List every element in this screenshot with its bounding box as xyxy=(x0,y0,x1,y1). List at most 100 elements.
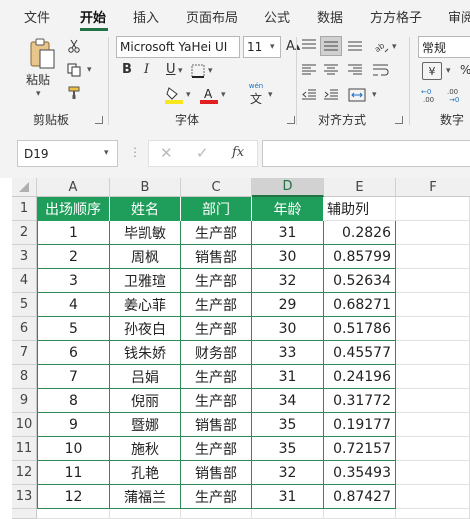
enter-icon[interactable]: ✓ xyxy=(196,144,209,162)
data-cell-d[interactable]: 33 xyxy=(252,341,324,365)
clipboard-launcher-icon[interactable] xyxy=(95,116,103,124)
header-cell-b[interactable]: 姓名 xyxy=(110,197,181,221)
data-cell-b[interactable]: 吕娟 xyxy=(110,365,181,389)
data-cell-d[interactable]: 35 xyxy=(252,437,324,461)
percent-icon[interactable]: % xyxy=(460,63,470,77)
align-bottom-icon[interactable] xyxy=(346,37,364,53)
data-cell-d[interactable]: 35 xyxy=(252,413,324,437)
data-cell-a[interactable]: 10 xyxy=(37,437,110,461)
merge-center-icon[interactable] xyxy=(346,85,368,105)
cut-icon[interactable] xyxy=(66,38,82,54)
select-all-corner[interactable] xyxy=(12,178,37,197)
number-format-select[interactable]: 常规 xyxy=(418,36,470,58)
wrap-text-icon[interactable] xyxy=(372,62,390,78)
data-cell-c[interactable]: 财务部 xyxy=(181,341,252,365)
column-header-c[interactable]: C xyxy=(181,178,252,197)
data-cell-c[interactable]: 销售部 xyxy=(181,245,252,269)
data-cell-d[interactable]: 31 xyxy=(252,485,324,509)
empty-cell[interactable] xyxy=(181,509,252,519)
empty-cell[interactable] xyxy=(396,485,470,509)
formula-input[interactable] xyxy=(262,140,470,167)
row-header[interactable]: 6 xyxy=(12,317,37,341)
data-cell-b[interactable]: 姜心菲 xyxy=(110,293,181,317)
paste-dropdown-icon[interactable]: ▾ xyxy=(36,89,41,99)
font-color-icon[interactable]: A xyxy=(199,85,219,105)
column-header-b[interactable]: B xyxy=(110,178,181,197)
data-cell-e[interactable]: 0.31772 xyxy=(324,389,396,413)
data-cell-e[interactable]: 0.85799 xyxy=(324,245,396,269)
data-cell-e[interactable]: 0.2826 xyxy=(324,221,396,245)
data-cell-e[interactable]: 0.51786 xyxy=(324,317,396,341)
font-size-select[interactable]: 11 xyxy=(243,36,281,58)
data-cell-d[interactable]: 31 xyxy=(252,365,324,389)
data-cell-b[interactable]: 孙夜白 xyxy=(110,317,181,341)
border-icon[interactable] xyxy=(190,63,206,79)
name-box[interactable]: D19 xyxy=(17,140,118,167)
name-box-dropdown-icon[interactable]: ▾ xyxy=(104,148,109,158)
empty-cell[interactable] xyxy=(396,413,470,437)
data-cell-a[interactable]: 3 xyxy=(37,269,110,293)
data-cell-b[interactable]: 暨娜 xyxy=(110,413,181,437)
currency-format-icon[interactable]: ¥ xyxy=(422,62,442,80)
paste-label[interactable]: 粘贴 xyxy=(26,71,50,88)
data-cell-d[interactable]: 34 xyxy=(252,389,324,413)
empty-cell[interactable] xyxy=(396,437,470,461)
data-cell-b[interactable]: 卫雅瑄 xyxy=(110,269,181,293)
align-middle-icon[interactable] xyxy=(320,36,342,56)
orientation-dropdown-icon[interactable]: ▾ xyxy=(392,42,397,52)
empty-cell[interactable] xyxy=(396,461,470,485)
paste-button[interactable] xyxy=(26,37,58,71)
empty-cell[interactable] xyxy=(396,341,470,365)
merge-dropdown-icon[interactable]: ▾ xyxy=(372,90,377,100)
data-cell-b[interactable]: 蒲福兰 xyxy=(110,485,181,509)
row-header[interactable]: 4 xyxy=(12,269,37,293)
data-cell-c[interactable]: 生产部 xyxy=(181,293,252,317)
copy-icon[interactable] xyxy=(66,62,82,78)
italic-button[interactable]: I xyxy=(144,62,149,77)
data-cell-e[interactable]: 0.35493 xyxy=(324,461,396,485)
orientation-icon[interactable]: ab xyxy=(372,37,390,55)
row-header[interactable]: 7 xyxy=(12,341,37,365)
data-cell-a[interactable]: 11 xyxy=(37,461,110,485)
alignment-launcher-icon[interactable] xyxy=(395,116,403,124)
font-launcher-icon[interactable] xyxy=(287,116,295,124)
data-cell-c[interactable]: 生产部 xyxy=(181,389,252,413)
empty-cell[interactable] xyxy=(396,245,470,269)
data-cell-b[interactable]: 倪丽 xyxy=(110,389,181,413)
data-cell-d[interactable]: 30 xyxy=(252,245,324,269)
row-header[interactable]: 12 xyxy=(12,461,37,485)
data-cell-d[interactable]: 29 xyxy=(252,293,324,317)
data-cell-d[interactable]: 31 xyxy=(252,221,324,245)
empty-cell[interactable] xyxy=(396,365,470,389)
data-cell-b[interactable]: 施秋 xyxy=(110,437,181,461)
data-cell-e[interactable]: 0.19177 xyxy=(324,413,396,437)
header-cell-e[interactable]: 辅助列 xyxy=(324,197,396,221)
column-header-e[interactable]: E xyxy=(324,178,396,197)
tab-formulas[interactable]: 公式 xyxy=(264,7,290,26)
data-cell-a[interactable]: 5 xyxy=(37,317,110,341)
align-right-icon[interactable] xyxy=(346,62,364,78)
empty-cell[interactable] xyxy=(396,389,470,413)
data-cell-a[interactable]: 9 xyxy=(37,413,110,437)
column-header-f[interactable]: F xyxy=(396,178,470,197)
data-cell-d[interactable]: 30 xyxy=(252,317,324,341)
format-painter-icon[interactable] xyxy=(66,85,82,101)
tab-page-layout[interactable]: 页面布局 xyxy=(186,7,238,26)
empty-cell[interactable] xyxy=(110,509,181,519)
header-cell-a[interactable]: 出场顺序 xyxy=(37,197,110,221)
row-header[interactable]: 1 xyxy=(12,197,37,221)
insert-function-button[interactable]: fx xyxy=(232,145,244,160)
font-size-dropdown-icon[interactable]: ▾ xyxy=(270,42,275,52)
data-cell-c[interactable]: 生产部 xyxy=(181,365,252,389)
data-cell-a[interactable]: 12 xyxy=(37,485,110,509)
empty-cell[interactable] xyxy=(396,317,470,341)
row-header[interactable]: 3 xyxy=(12,245,37,269)
data-cell-a[interactable]: 2 xyxy=(37,245,110,269)
data-cell-d[interactable]: 32 xyxy=(252,269,324,293)
align-center-icon[interactable] xyxy=(322,62,340,78)
tab-file[interactable]: 文件 xyxy=(24,7,50,26)
row-header[interactable]: 10 xyxy=(12,413,37,437)
decrease-indent-icon[interactable] xyxy=(300,87,318,103)
empty-cell[interactable] xyxy=(396,197,470,221)
data-cell-b[interactable]: 孔艳 xyxy=(110,461,181,485)
